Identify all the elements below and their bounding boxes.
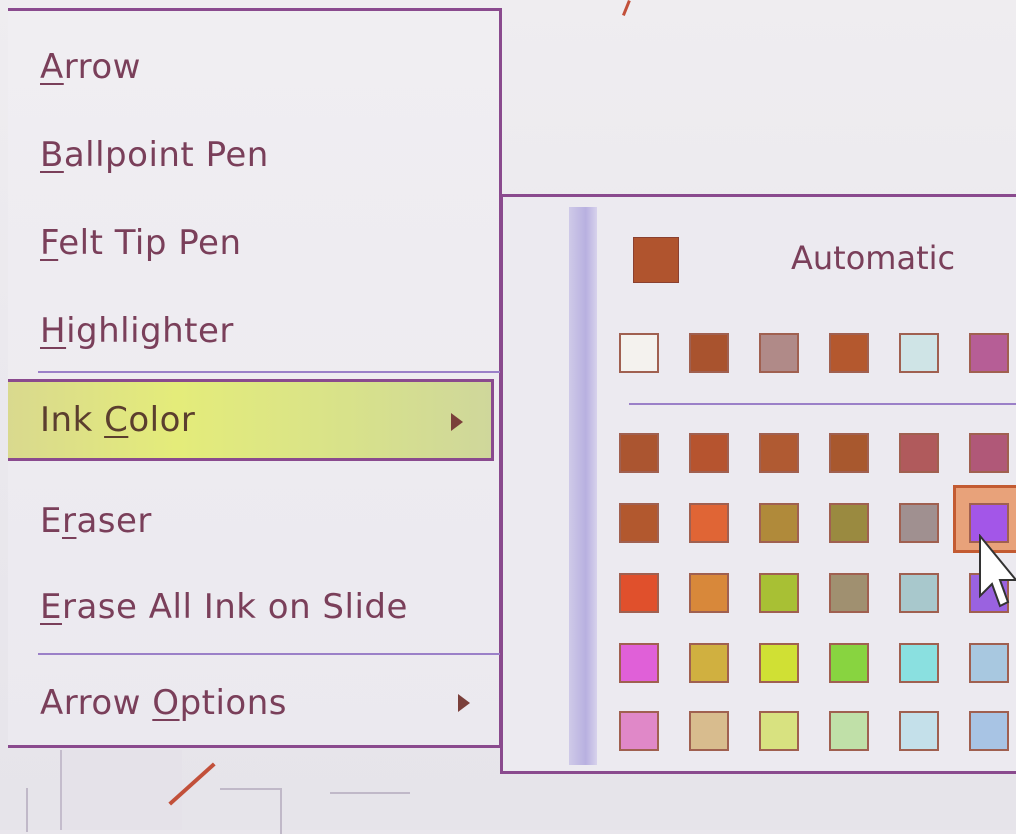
recent-color-swatch[interactable]	[689, 333, 729, 373]
palette-color-swatch[interactable]	[899, 503, 939, 543]
submenu-arrow-icon	[451, 413, 463, 431]
mouse-cursor-icon	[979, 534, 1016, 608]
recent-color-swatch[interactable]	[969, 333, 1009, 373]
menu-item-ink-color[interactable]: Ink Color	[8, 379, 494, 461]
submenu-gutter	[569, 207, 597, 765]
palette-color-swatch[interactable]	[759, 433, 799, 473]
palette-color-swatch[interactable]	[619, 503, 659, 543]
palette-color-swatch[interactable]	[619, 433, 659, 473]
next-slide-button[interactable]	[330, 792, 410, 834]
menu-item-label: Eraser	[40, 501, 152, 541]
slideshow-toolbar	[0, 748, 520, 834]
menu-item-highlighter[interactable]: Highlighter	[8, 295, 498, 367]
recent-color-swatch[interactable]	[829, 333, 869, 373]
palette-color-swatch[interactable]	[689, 711, 729, 751]
menu-item-arrow[interactable]: Arrow	[8, 31, 498, 103]
pen-tool-button[interactable]	[60, 750, 216, 830]
automatic-color-swatch[interactable]	[633, 237, 679, 283]
palette-separator	[629, 403, 1016, 405]
palette-color-swatch[interactable]	[969, 643, 1009, 683]
palette-color-swatch[interactable]	[689, 573, 729, 613]
palette-color-swatch[interactable]	[619, 711, 659, 751]
recent-color-swatch[interactable]	[899, 333, 939, 373]
menu-item-label: Ballpoint Pen	[40, 135, 269, 175]
palette-color-swatch[interactable]	[969, 433, 1009, 473]
palette-color-swatch[interactable]	[829, 433, 869, 473]
menu-item-erase-all-ink[interactable]: Erase All Ink on Slide	[8, 571, 498, 643]
palette-color-swatch[interactable]	[899, 643, 939, 683]
palette-color-swatch[interactable]	[619, 573, 659, 613]
ink-color-palette: Automatic	[500, 194, 1016, 774]
palette-color-swatch[interactable]	[759, 573, 799, 613]
palette-color-swatch[interactable]	[689, 503, 729, 543]
palette-color-swatch[interactable]	[759, 711, 799, 751]
menu-separator	[38, 653, 500, 655]
palette-color-swatch[interactable]	[689, 433, 729, 473]
palette-color-swatch[interactable]	[829, 643, 869, 683]
palette-color-swatch[interactable]	[899, 573, 939, 613]
previous-slide-button[interactable]	[14, 788, 28, 832]
menu-item-label: Arrow Options	[40, 683, 287, 723]
palette-color-swatch[interactable]	[759, 503, 799, 543]
palette-color-swatch[interactable]	[689, 643, 729, 683]
menu-item-felt-tip-pen[interactable]: Felt Tip Pen	[8, 207, 498, 279]
menu-item-label: Highlighter	[40, 311, 234, 351]
palette-color-swatch[interactable]	[829, 503, 869, 543]
submenu-arrow-icon	[458, 694, 470, 712]
menu-item-arrow-options[interactable]: Arrow Options	[8, 667, 498, 739]
palette-color-swatch[interactable]	[829, 573, 869, 613]
slides-menu-button[interactable]	[220, 788, 282, 834]
menu-item-label: Arrow	[40, 47, 141, 87]
palette-color-swatch[interactable]	[619, 643, 659, 683]
recent-color-swatch[interactable]	[619, 333, 659, 373]
menu-item-ballpoint-pen[interactable]: Ballpoint Pen	[8, 119, 498, 191]
palette-color-swatch[interactable]	[969, 711, 1009, 751]
palette-color-swatch[interactable]	[829, 711, 869, 751]
menu-item-eraser[interactable]: Eraser	[8, 485, 498, 557]
pointer-options-menu: Arrow Ballpoint Pen Felt Tip Pen Highlig…	[8, 8, 502, 748]
palette-color-swatch[interactable]	[899, 433, 939, 473]
palette-color-swatch[interactable]	[899, 711, 939, 751]
menu-item-label: Erase All Ink on Slide	[40, 587, 408, 627]
recent-color-swatch[interactable]	[759, 333, 799, 373]
menu-item-label: Ink Color	[40, 400, 196, 440]
menu-separator	[38, 371, 500, 373]
palette-color-swatch[interactable]	[759, 643, 799, 683]
menu-item-label: Felt Tip Pen	[40, 223, 242, 263]
automatic-color-label[interactable]: Automatic	[791, 239, 955, 277]
pen-icon	[168, 762, 216, 806]
